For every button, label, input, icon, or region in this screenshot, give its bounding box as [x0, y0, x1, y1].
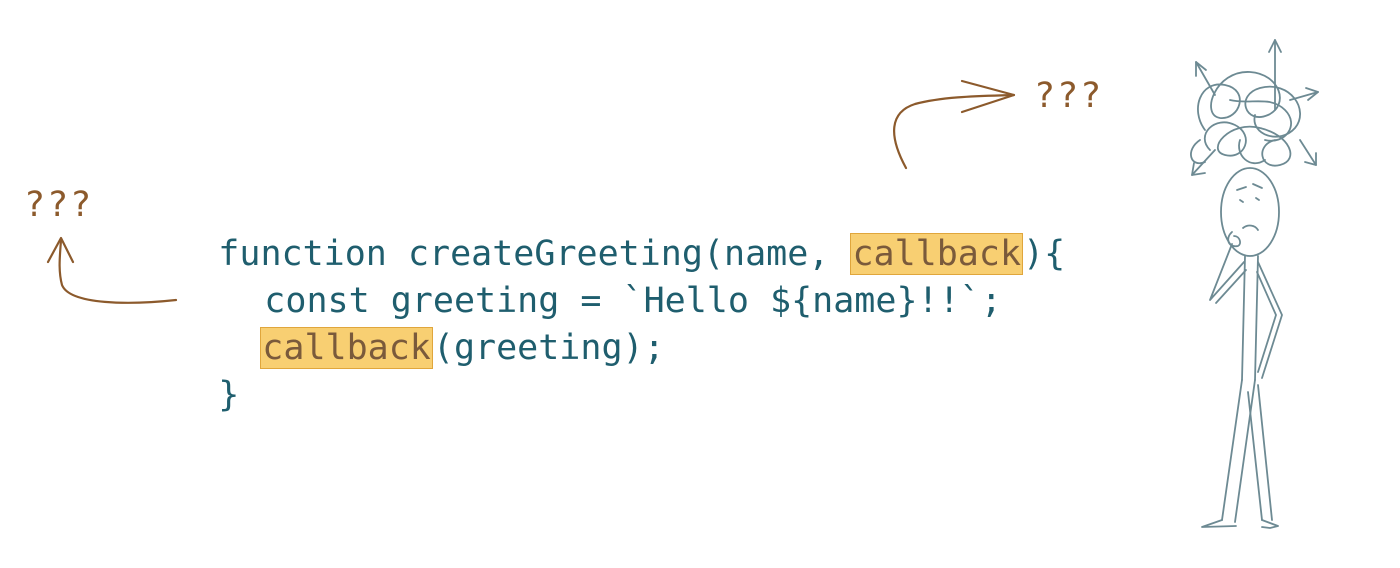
confused-stick-figure-icon: [1190, 39, 1319, 529]
tangled-thoughts-icon: [1190, 39, 1319, 176]
